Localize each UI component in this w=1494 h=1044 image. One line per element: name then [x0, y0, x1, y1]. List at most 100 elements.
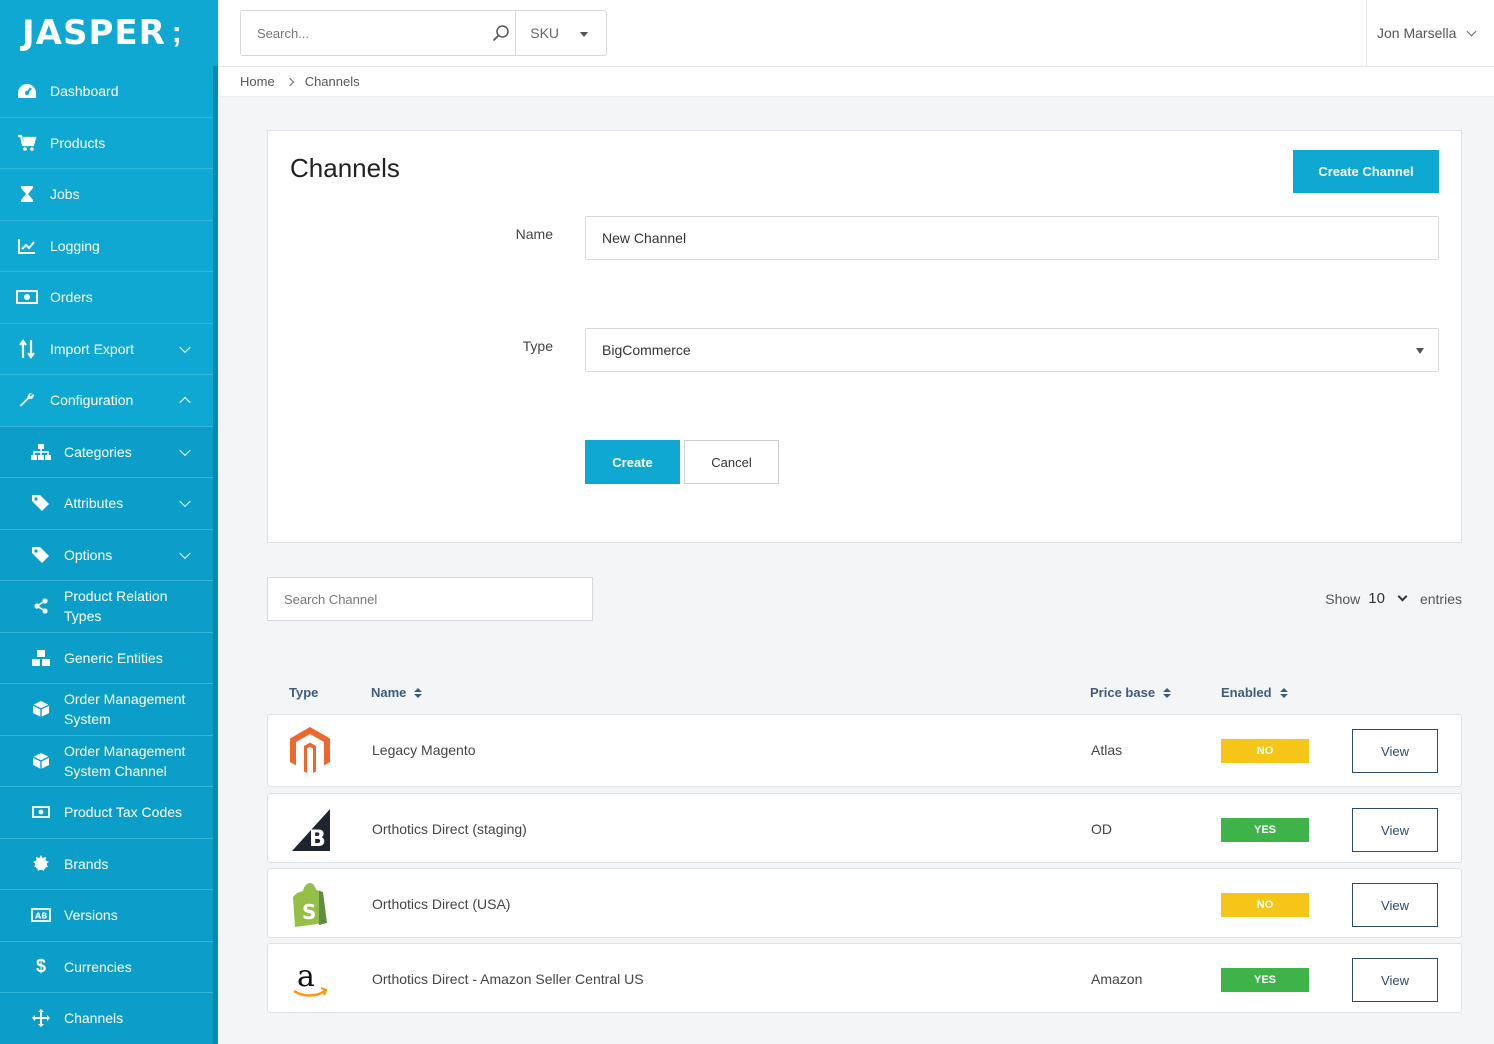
- certificate-icon: [30, 853, 52, 875]
- chevron-down-icon[interactable]: [179, 341, 191, 353]
- money-icon: [30, 801, 52, 823]
- type-label: Type: [522, 338, 553, 354]
- sidebar-item-orders[interactable]: Orders: [0, 272, 213, 324]
- logo-text: JASPER: [22, 13, 166, 53]
- page-length-control: Show 10 entries: [1325, 590, 1462, 607]
- sidebar-item-currencies[interactable]: $ Currencies: [0, 941, 213, 993]
- table-row: Legacy Magento Atlas NO View: [267, 714, 1462, 787]
- chevron-down-icon[interactable]: [179, 495, 191, 508]
- column-header-price-base[interactable]: Price base: [1090, 685, 1172, 700]
- price-base: Atlas: [1091, 742, 1123, 758]
- share-icon: [30, 595, 52, 617]
- chevron-down-icon: [1466, 26, 1477, 36]
- sidebar: JASPER ; Dashboard Products Jobs Logging…: [0, 0, 218, 1044]
- column-header-label: Enabled: [1221, 685, 1272, 700]
- search-scope-select[interactable]: SKU: [515, 11, 606, 55]
- sidebar-item-generic-entities[interactable]: Generic Entities: [0, 632, 213, 684]
- page-length-select[interactable]: 10: [1368, 590, 1385, 607]
- type-select[interactable]: BigCommerce: [585, 328, 1439, 372]
- sidebar-item-import-export[interactable]: Import Export: [0, 324, 213, 375]
- create-channel-button[interactable]: Create Channel: [1293, 150, 1439, 193]
- cubes-icon: [30, 647, 52, 669]
- chevron-down-icon[interactable]: [179, 444, 191, 456]
- status-badge: YES: [1221, 968, 1309, 992]
- sidebar-item-configuration[interactable]: Configuration: [0, 375, 213, 427]
- price-base: OD: [1091, 821, 1112, 837]
- caret-down-icon: [580, 32, 588, 37]
- column-header-label: Type: [289, 685, 319, 700]
- name-label: Name: [515, 226, 553, 242]
- magento-logo-icon: [288, 727, 332, 775]
- chevron-up-icon[interactable]: [179, 396, 191, 409]
- sidebar-item-label: Jobs: [50, 186, 80, 203]
- sidebar-nav: Dashboard Products Jobs Logging Orders I…: [0, 66, 218, 1044]
- sidebar-item-label: Options: [64, 546, 113, 563]
- search-input[interactable]: [241, 11, 487, 55]
- top-bar: SKU Jon Marsella: [218, 0, 1494, 67]
- view-button[interactable]: View: [1352, 729, 1438, 773]
- sidebar-item-label: Dashboard: [50, 83, 119, 100]
- sidebar-item-label: Attributes: [64, 495, 124, 512]
- name-field[interactable]: New Channel: [585, 216, 1439, 260]
- sidebar-item-channels[interactable]: Channels: [0, 993, 213, 1044]
- cart-icon: [16, 132, 38, 154]
- show-label: Show: [1325, 590, 1361, 607]
- dollar-icon: $: [35, 956, 46, 977]
- chart-icon: [16, 235, 38, 257]
- sidebar-item-label: Configuration: [50, 392, 134, 409]
- sidebar-item-label: Channels: [64, 1010, 124, 1027]
- entries-label: entries: [1419, 590, 1462, 607]
- view-button[interactable]: View: [1352, 958, 1438, 1002]
- sidebar-item-jobs[interactable]: Jobs: [0, 169, 213, 221]
- sidebar-item-versions[interactable]: AB Versions: [0, 890, 213, 942]
- search-scope-value: SKU: [530, 25, 560, 41]
- sidebar-item-attributes[interactable]: Attributes: [0, 478, 213, 530]
- sidebar-item-brands[interactable]: Brands: [0, 838, 213, 890]
- svg-text:B: B: [309, 827, 326, 851]
- sidebar-item-product-relation-types[interactable]: Product Relation Types: [0, 581, 213, 633]
- create-channel-panel: Channels Create Channel Name New Channel…: [267, 130, 1462, 543]
- chevron-right-icon: [285, 77, 294, 86]
- sidebar-item-label: Currencies: [64, 958, 132, 975]
- create-button[interactable]: Create: [585, 440, 680, 484]
- cube-icon: [30, 750, 52, 772]
- money-icon: [16, 286, 38, 308]
- sidebar-item-order-management-system[interactable]: Order Management System: [0, 684, 213, 736]
- sort-arrows-icon: [16, 338, 38, 360]
- sidebar-item-logging[interactable]: Logging: [0, 221, 213, 272]
- sidebar-item-label: Product Tax Codes: [64, 804, 183, 821]
- type-select-value: BigCommerce: [602, 342, 691, 358]
- sidebar-item-options[interactable]: Options: [0, 529, 213, 581]
- sort-icon: [1163, 687, 1172, 698]
- column-header-enabled[interactable]: Enabled: [1221, 685, 1288, 700]
- table-row: a Orthotics Direct - Amazon Seller Centr…: [267, 943, 1462, 1013]
- shopify-logo-icon: S: [288, 881, 332, 929]
- sidebar-item-products[interactable]: Products: [0, 118, 213, 169]
- cancel-button[interactable]: Cancel: [684, 440, 779, 484]
- view-button[interactable]: View: [1352, 883, 1438, 927]
- chevron-down-icon[interactable]: [179, 547, 191, 559]
- jasper-logo[interactable]: JASPER ;: [0, 0, 218, 66]
- sidebar-item-order-management-system-channel[interactable]: Order Management System Channel: [0, 735, 213, 787]
- sidebar-item-dashboard[interactable]: Dashboard: [0, 66, 213, 118]
- sort-icon: [414, 687, 423, 698]
- view-button[interactable]: View: [1352, 808, 1438, 852]
- search-icon[interactable]: [486, 11, 515, 55]
- sidebar-item-categories[interactable]: Categories: [0, 426, 213, 478]
- sidebar-item-product-tax-codes[interactable]: Product Tax Codes: [0, 787, 213, 839]
- breadcrumb-current: Channels: [304, 74, 360, 89]
- chevron-down-icon[interactable]: [1397, 591, 1408, 602]
- user-menu[interactable]: Jon Marsella: [1366, 0, 1494, 66]
- channel-name: Orthotics Direct (USA): [372, 896, 511, 912]
- svg-text:AB: AB: [35, 912, 47, 921]
- tags-icon: [30, 492, 52, 514]
- caret-down-icon: [1416, 348, 1424, 354]
- sidebar-item-label: Product Relation Types: [64, 588, 168, 625]
- channel-search-input[interactable]: Search Channel: [267, 577, 593, 621]
- breadcrumb-home[interactable]: Home: [240, 74, 275, 89]
- sitemap-icon: [30, 441, 52, 463]
- sidebar-item-label: Logging: [50, 237, 100, 254]
- sidebar-item-label: Import Export: [50, 340, 135, 357]
- column-header-name[interactable]: Name: [371, 685, 423, 700]
- svg-text:S: S: [302, 900, 316, 924]
